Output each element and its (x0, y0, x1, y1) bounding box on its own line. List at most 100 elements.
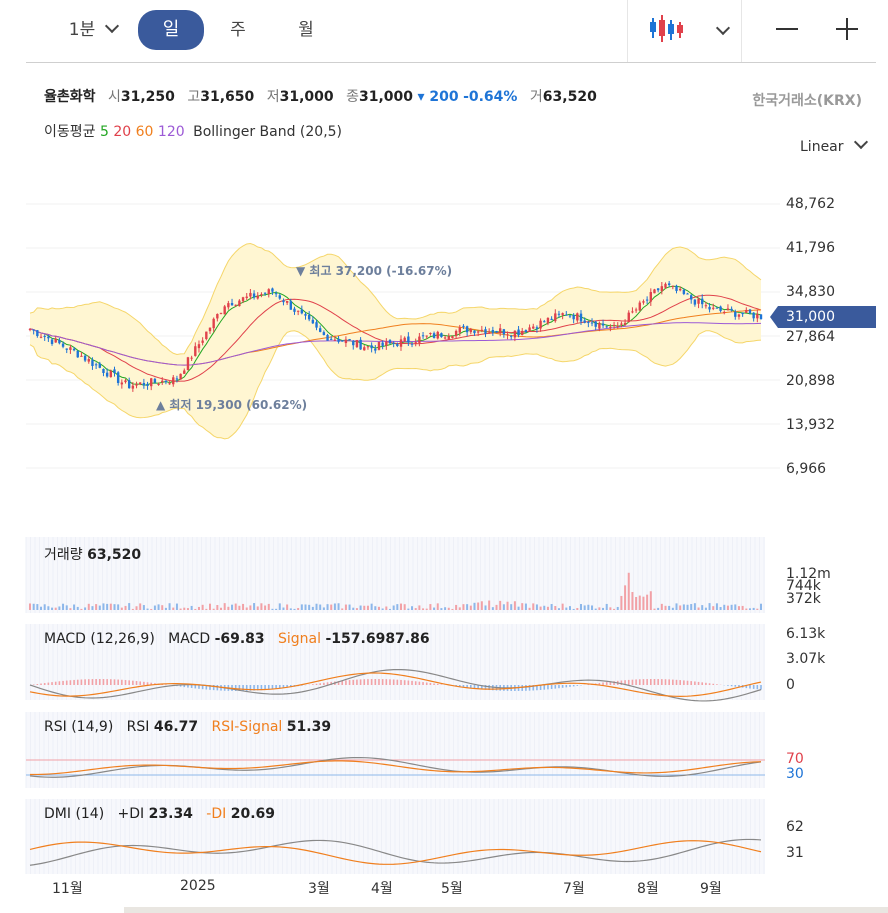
volume-bar (726, 605, 729, 610)
dmi-panel-title: DMI (14) +DI 23.34 -DI 20.69 (44, 806, 275, 822)
volume-bar (333, 603, 336, 610)
x-axis-label: 8월 (637, 881, 659, 897)
candle-body (300, 309, 304, 314)
macd-histogram-bar (756, 685, 759, 690)
x-axis-label: 4월 (371, 881, 393, 897)
current-price-value: 31,000 (786, 309, 835, 325)
candle-body (355, 340, 359, 348)
volume-bar (84, 607, 87, 610)
candle-body (307, 314, 311, 320)
volume-bar (363, 605, 366, 610)
volume-title: 거래량 (44, 547, 83, 563)
candle-body (701, 298, 704, 305)
candle-body (418, 336, 421, 343)
current-price-tag: 31,000 (770, 306, 876, 328)
macd-histogram-bar (198, 685, 200, 689)
candle-body (634, 309, 638, 311)
volume-bar (168, 603, 171, 610)
volume-bar (315, 603, 318, 610)
volume-bar (161, 605, 164, 610)
candle-body (271, 288, 274, 292)
candle-body (333, 339, 337, 341)
macd-histogram-bar (547, 685, 549, 690)
volume-bar (704, 607, 707, 610)
volume-bar (102, 603, 105, 610)
candle-body (76, 350, 79, 358)
volume-bar (337, 603, 340, 610)
macd-panel-title: MACD (12,26,9) MACD -69.83 Signal -157.6… (44, 631, 430, 647)
candle-body (28, 328, 32, 330)
candle-body (535, 327, 539, 329)
macd-histogram-bar (429, 682, 432, 685)
volume-bar (730, 604, 733, 610)
candle-body (366, 346, 370, 348)
candle-body (451, 336, 454, 339)
macd-histogram-bar (602, 682, 604, 685)
macd-histogram-bar (139, 681, 142, 685)
volume-bar (289, 608, 292, 610)
volume-bar (264, 605, 267, 610)
volume-bar (488, 600, 491, 610)
candle-body (458, 327, 461, 333)
candle-body (447, 336, 450, 339)
volume-bar (282, 607, 285, 610)
candle-body (311, 319, 315, 324)
volume-bar (499, 600, 502, 610)
macd-histogram-bar (352, 679, 355, 685)
volume-bar (311, 606, 314, 610)
candle-body (756, 314, 759, 319)
volume-bar (495, 604, 498, 610)
candle-body (587, 322, 590, 324)
high-annotation: ▼ 최고 37,200 (-16.67%) (296, 264, 453, 278)
volume-bar (190, 605, 193, 610)
volume-bar (271, 608, 274, 610)
candle-body (131, 385, 135, 389)
candle-body (554, 313, 557, 322)
candle-body (69, 347, 72, 350)
horizontal-scrollbar[interactable] (124, 907, 888, 913)
volume-bar (388, 608, 391, 610)
candle-body (341, 340, 344, 342)
volume-bar (245, 607, 248, 610)
macd-axis-label: 6.13k (786, 626, 826, 642)
volume-bar (554, 605, 557, 610)
volume-bar (326, 604, 329, 610)
volume-bar (653, 608, 656, 610)
macd-histogram-bar (576, 685, 579, 686)
volume-bar (47, 606, 50, 610)
candle-body (260, 294, 263, 296)
candle-body (623, 322, 627, 325)
macd-histogram-bar (605, 682, 608, 685)
volume-bar (381, 608, 384, 610)
candle-body (704, 305, 708, 307)
volume-bar (557, 608, 560, 610)
macd-histogram-bar (315, 683, 318, 685)
candle-body (671, 285, 675, 287)
volume-bar (179, 608, 182, 610)
candle-body (675, 285, 678, 291)
volume-bar (392, 605, 395, 610)
volume-bar (286, 604, 289, 610)
volume-bar (451, 608, 454, 610)
macd-histogram-bar (683, 680, 685, 685)
macd-value: -69.83 (214, 631, 265, 647)
mdi-value: 20.69 (230, 806, 276, 822)
macd-histogram-bar (638, 679, 641, 685)
volume-bar (506, 601, 509, 610)
volume-bar (440, 608, 443, 610)
candle-body (421, 335, 425, 337)
x-axis-label: 5월 (441, 881, 463, 897)
price-chart[interactable] (0, 0, 888, 913)
macd-histogram-bar (124, 680, 127, 685)
macd-histogram-bar (543, 685, 546, 690)
macd-histogram-bar (378, 679, 380, 685)
x-axis-label: 3월 (308, 881, 330, 897)
volume-bar (201, 604, 204, 610)
rsi-signal-label: RSI-Signal (211, 719, 283, 735)
rsi-axis-low: 30 (786, 766, 804, 782)
candle-body (543, 321, 546, 323)
macd-histogram-bar (642, 679, 645, 685)
volume-bar (73, 604, 76, 610)
candle-body (737, 314, 741, 317)
macd-histogram-bar (403, 680, 406, 685)
